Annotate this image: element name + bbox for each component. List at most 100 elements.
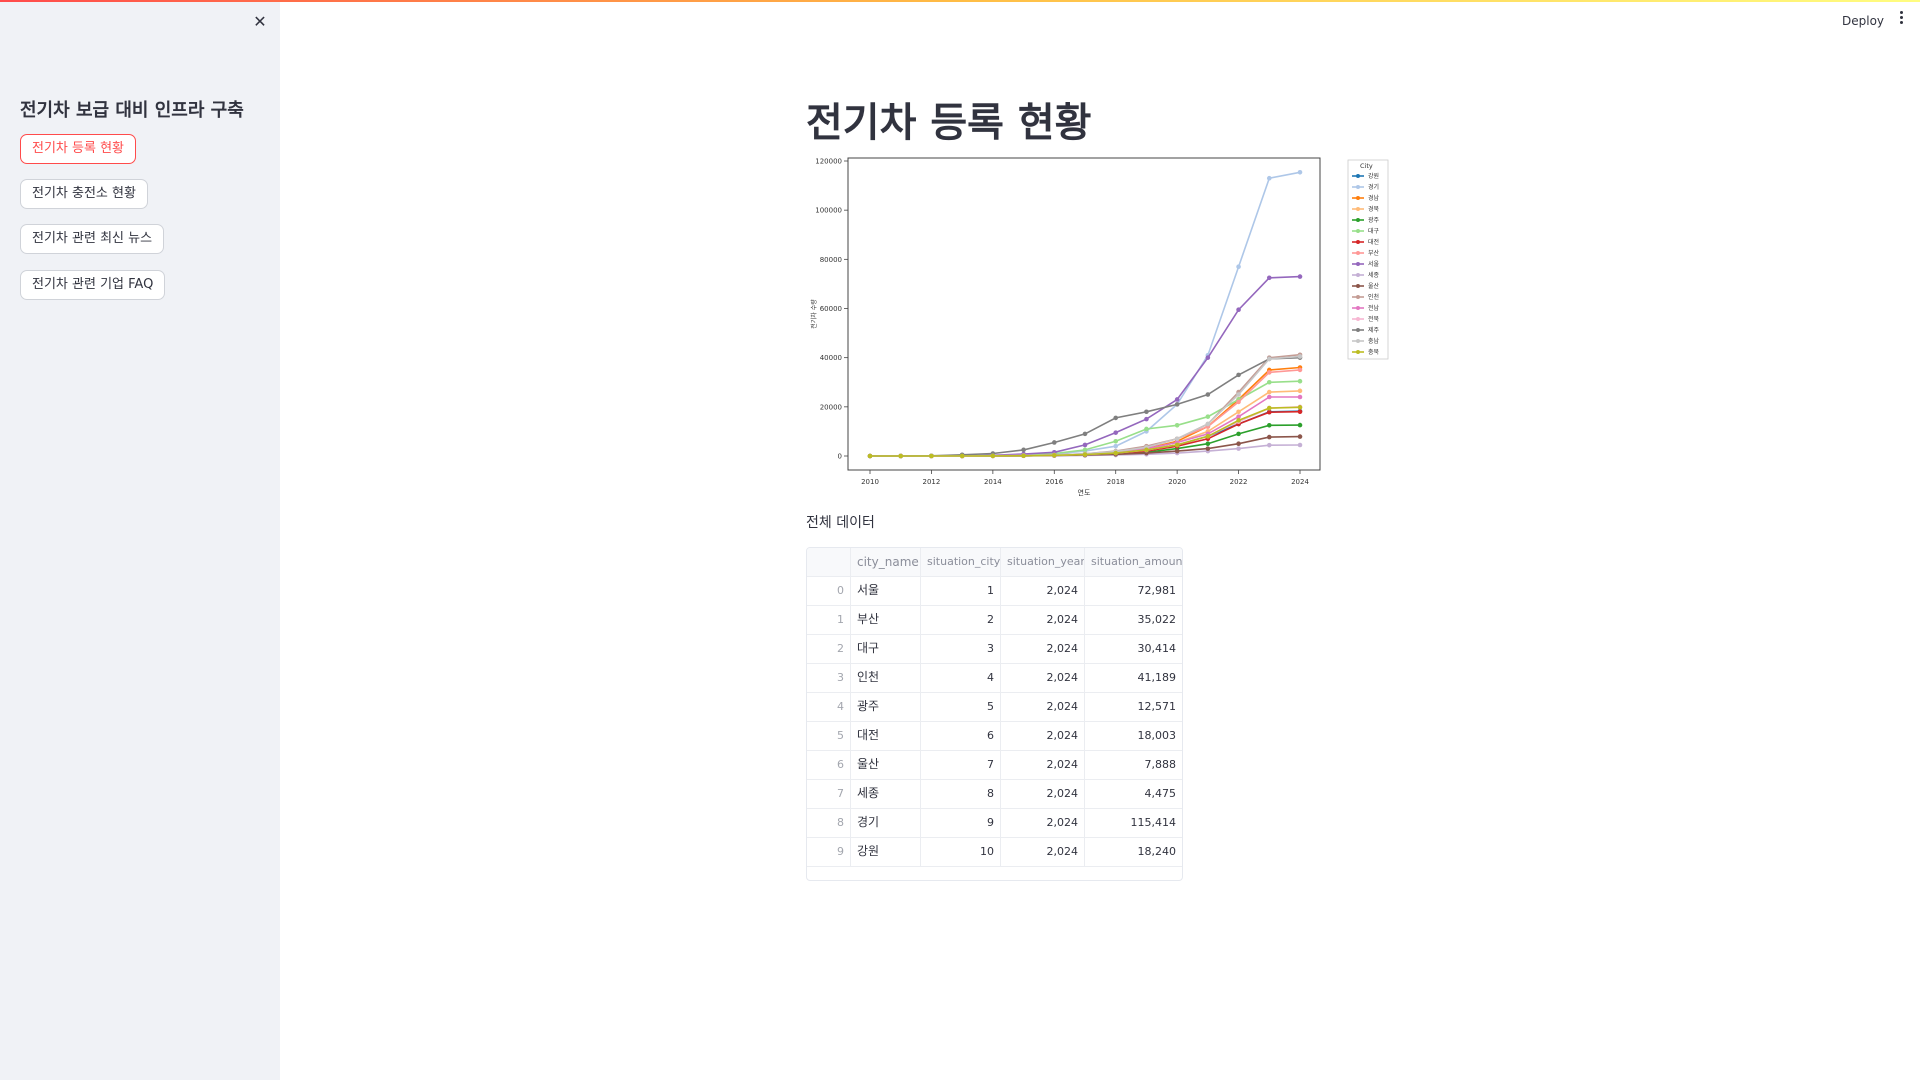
table-cell: 2,024 [1001,634,1085,663]
table-cell: 2 [921,605,1001,634]
close-icon[interactable]: ✕ [252,14,268,30]
table-cell: 경기 [851,808,921,837]
data-point [1205,355,1211,360]
data-point [1174,402,1180,407]
legend-marker [1356,284,1360,288]
row-index: 8 [807,808,851,837]
data-point [1236,399,1241,405]
data-table[interactable]: city_name situation_city situation_year … [806,547,1183,881]
table-cell: 광주 [851,692,921,721]
plot-area [847,157,1321,471]
table-cell: 2,024 [1001,721,1085,750]
nav-button-ev-charging-stations[interactable]: 전기차 충전소 현황 [20,179,148,209]
column-header[interactable]: city_name [851,548,921,576]
deploy-button[interactable]: Deploy [1842,14,1884,28]
data-point [1113,450,1119,456]
table-cell: 2,024 [1001,779,1085,808]
x-tick-label: 2016 [1045,478,1063,486]
legend-label: 울산 [1368,282,1380,290]
table-row[interactable]: 4 광주 5 2,024 12,571 [807,692,1182,722]
data-point [959,453,965,459]
data-point [1082,442,1088,448]
data-point [1144,426,1149,432]
data-point [1297,422,1303,428]
legend-label: 제주 [1368,326,1380,334]
table-cell: 1 [921,576,1001,605]
table-row[interactable]: 1 부산 2 2,024 35,022 [807,605,1182,635]
legend-marker [1356,273,1360,277]
column-header[interactable]: situation_year [1001,548,1085,576]
data-point [1051,452,1057,458]
data-point [1113,415,1119,421]
sidebar-title: 전기차 보급 대비 인프라 구축 [20,100,244,121]
data-point [1236,392,1241,397]
table-header-row: city_name situation_city situation_year … [807,548,1182,577]
table-row[interactable]: 7 세종 8 2,024 4,475 [807,779,1182,809]
data-point [1266,405,1272,411]
x-tick-label: 2018 [1107,478,1125,486]
data-point [1113,438,1119,444]
data-point [1266,175,1272,181]
legend-label: 광주 [1368,217,1380,224]
data-point [898,453,904,459]
data-point [1144,409,1149,415]
data-point [1236,264,1241,270]
data-point [1297,394,1303,400]
data-point [1297,354,1303,359]
nav-button-ev-news[interactable]: 전기차 관련 최신 뉴스 [20,224,165,254]
table-row[interactable]: 8 경기 9 2,024 115,414 [807,808,1182,838]
index-header [807,548,851,576]
data-point [1266,356,1272,362]
legend-label: 대구 [1368,227,1380,235]
table-cell: 72,981 [1137,584,1177,597]
legend-title: City [1360,162,1373,170]
row-index: 5 [807,721,851,750]
registration-line-chart: 2010 2012 2014 2016 2018 2020 2022 2024 0 20000 40… [810,157,1389,497]
data-point [990,453,996,459]
data-point [1174,397,1180,402]
table-row[interactable]: 3 인천 4 2,024 41,189 [807,663,1182,693]
table-cell: 115,414 [1130,816,1177,829]
nav-button-ev-registration[interactable]: 전기차 등록 현황 [20,134,136,164]
data-point [1205,421,1211,427]
data-point [1174,422,1180,428]
data-point [1266,409,1272,415]
legend-marker [1356,229,1360,233]
table-cell: 4,475 [1144,787,1177,800]
y-tick-label: 60000 [820,305,842,313]
data-point [1021,447,1026,453]
data-point [1144,416,1149,422]
table-row[interactable]: 6 울산 7 2,024 7,888 [807,750,1182,780]
table-row[interactable]: 9 강원 10 2,024 18,240 [807,837,1182,867]
y-tick-label: 40000 [820,354,842,362]
data-point [1205,414,1211,419]
nav-button-ev-faq[interactable]: 전기차 관련 기업 FAQ [20,270,166,300]
main-menu-icon[interactable] [1896,11,1906,29]
row-index: 9 [807,837,851,866]
data-point [1297,442,1303,448]
table-row[interactable]: 2 대구 3 2,024 30,414 [807,634,1182,664]
data-point [1236,418,1241,423]
row-index: 0 [807,576,851,605]
table-cell: 41,189 [1137,671,1177,684]
table-row[interactable]: 5 대전 6 2,024 18,003 [807,721,1182,751]
row-index: 1 [807,605,851,634]
column-header[interactable]: situation_amount [1085,548,1182,576]
data-point [1236,307,1241,313]
x-tick-label: 2012 [923,478,941,486]
table-cell: 10 [921,837,1001,866]
data-point [1297,388,1303,394]
table-cell: 18,003 [1137,729,1177,742]
table-cell: 7 [921,750,1001,779]
data-point [1266,434,1272,440]
row-index: 4 [807,692,851,721]
data-point [929,453,934,459]
legend-marker [1356,350,1360,354]
data-point [1266,442,1272,448]
data-point [1266,422,1272,428]
table-row[interactable]: 0 서울 1 2,024 72,981 [807,576,1182,606]
y-tick-label: 120000 [815,158,842,166]
column-header[interactable]: situation_city [921,548,1001,576]
legend-label: 전북 [1368,315,1380,323]
table-title: 전체 데이터 [806,515,875,531]
